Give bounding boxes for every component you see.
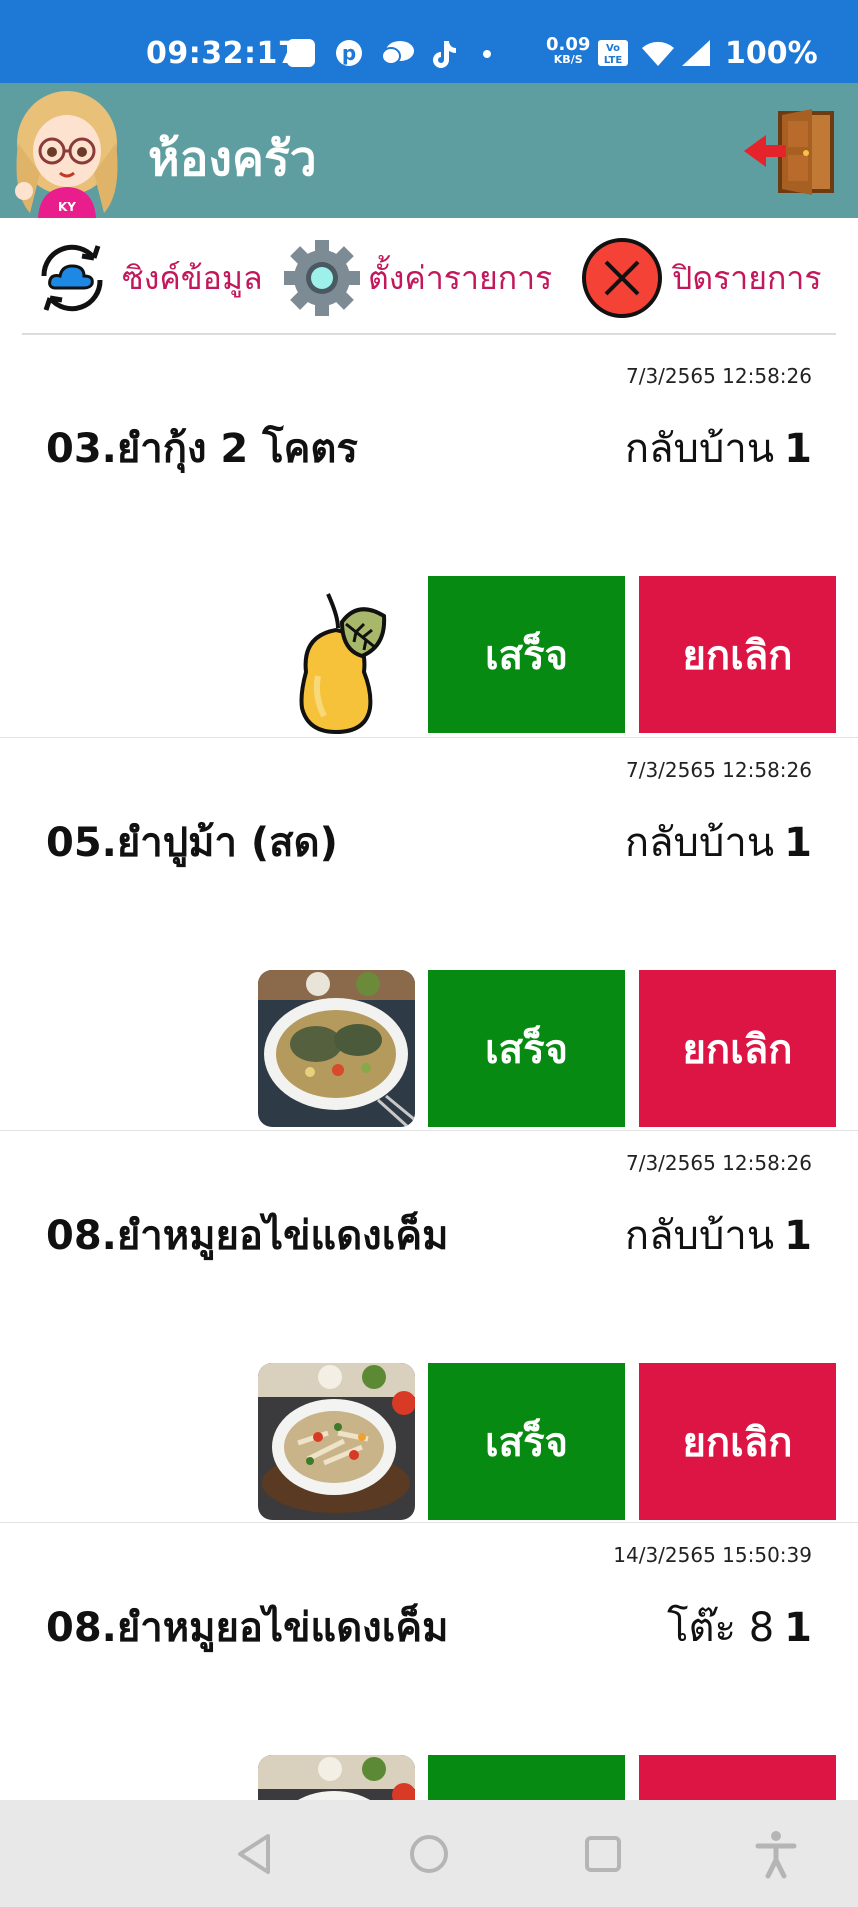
order-timestamp: 14/3/2565 15:50:39 — [613, 1543, 812, 1567]
cancel-button[interactable]: ยกเลิก — [639, 970, 836, 1127]
svg-text:Vo: Vo — [606, 43, 620, 54]
accessibility-icon[interactable] — [748, 1826, 804, 1882]
toolbar-divider — [22, 333, 836, 335]
network-speed: 0.09 KB/S — [546, 36, 590, 66]
order-quantity: 1 — [784, 1605, 812, 1651]
order-destination: กลับบ้าน 1 — [625, 810, 812, 874]
action-toolbar: ซิงค์ข้อมูล ตั้งค่ารายการ ปิดรายการ — [0, 218, 858, 334]
app-bar: KY ห้องครัว — [0, 83, 858, 218]
svg-text:LTE: LTE — [604, 55, 623, 66]
order-quantity: 1 — [784, 426, 812, 472]
exit-door-icon[interactable] — [742, 105, 838, 197]
order-dish-name: 08.ยำหมูยอไข่แดงเค็ม — [46, 1605, 449, 1651]
order-dish-name: 03.ยำกุ้ง 2 โคตร — [46, 426, 358, 472]
close-icon — [582, 238, 662, 318]
order-destination: กลับบ้าน 1 — [625, 416, 812, 480]
done-button[interactable]: เสร็จ — [428, 576, 625, 733]
network-speed-value: 0.09 — [546, 34, 591, 55]
network-speed-unit: KB/S — [553, 53, 583, 66]
order-destination: โต๊ะ 81 — [667, 1595, 812, 1659]
done-button[interactable]: เสร็จ — [428, 970, 625, 1127]
order-destination-label: กลับบ้าน — [624, 820, 775, 866]
volte-icon: Vo LTE — [598, 40, 628, 66]
order-quantity: 1 — [784, 820, 812, 866]
pork-salad-photo — [258, 1363, 415, 1520]
more-notifications-icon — [483, 50, 491, 58]
status-time: 09:32:17 — [146, 36, 300, 71]
status-bar: 09:32:17 p 0.09 KB/S Vo LTE 100% — [0, 0, 858, 83]
cancel-button[interactable]: ยกเลิก — [639, 576, 836, 733]
recents-icon[interactable] — [575, 1826, 631, 1882]
cancel-button[interactable]: ยกเลิก — [639, 1363, 836, 1520]
system-navigation-bar — [0, 1800, 858, 1907]
done-button[interactable]: เสร็จ — [428, 1363, 625, 1520]
order-dish-name: 08.ยำหมูยอไข่แดงเค็ม — [46, 1213, 449, 1259]
battery-level: 100% — [725, 36, 818, 71]
order-quantity: 1 — [784, 1213, 812, 1259]
svg-text:p: p — [342, 41, 356, 65]
order-item: 7/3/2565 12:58:26 05.ยำปูม้า (สด) กลับบ้… — [0, 737, 858, 1129]
pinterest-icon: p — [336, 40, 362, 66]
order-item: 7/3/2565 12:58:26 03.ยำกุ้ง 2 โคตร กลับบ… — [0, 344, 858, 736]
order-timestamp: 7/3/2565 12:58:26 — [625, 1151, 812, 1175]
order-destination-label: โต๊ะ 8 — [667, 1605, 775, 1651]
tiktok-icon — [433, 41, 456, 68]
order-timestamp: 7/3/2565 12:58:26 — [625, 364, 812, 388]
page-title: ห้องครัว — [148, 131, 317, 187]
avatar: KY — [15, 91, 118, 218]
avatar-badge: KY — [58, 200, 76, 214]
kitchen-screen: 09:32:17 p 0.09 KB/S Vo LTE 100% KY ห้อง… — [0, 0, 858, 1907]
back-icon[interactable] — [228, 1826, 284, 1882]
chat-icon — [381, 41, 414, 65]
order-timestamp: 7/3/2565 12:58:26 — [625, 758, 812, 782]
sync-data-button[interactable]: ซิงค์ข้อมูล — [30, 236, 263, 320]
close-list-label: ปิดรายการ — [672, 258, 822, 297]
app-notification-icon — [287, 39, 315, 67]
gear-icon — [284, 240, 360, 316]
home-icon[interactable] — [401, 1826, 457, 1882]
order-destination-label: กลับบ้าน — [624, 426, 775, 472]
close-list-button[interactable]: ปิดรายการ — [580, 236, 822, 320]
list-settings-button[interactable]: ตั้งค่ารายการ — [284, 236, 552, 320]
wifi-icon — [642, 41, 674, 66]
list-settings-label: ตั้งค่ารายการ — [368, 258, 553, 297]
order-destination-label: กลับบ้าน — [624, 1213, 775, 1259]
sync-data-label: ซิงค์ข้อมูล — [122, 258, 263, 297]
signal-icon — [682, 40, 710, 66]
order-destination: กลับบ้าน 1 — [625, 1203, 812, 1267]
crab-salad-photo — [258, 970, 415, 1127]
order-item: 7/3/2565 12:58:26 08.ยำหมูยอไข่แดงเค็ม ก… — [0, 1130, 858, 1522]
order-dish-name: 05.ยำปูม้า (สด) — [46, 820, 338, 866]
cloud-sync-icon — [41, 244, 103, 312]
pear-icon — [299, 593, 387, 735]
